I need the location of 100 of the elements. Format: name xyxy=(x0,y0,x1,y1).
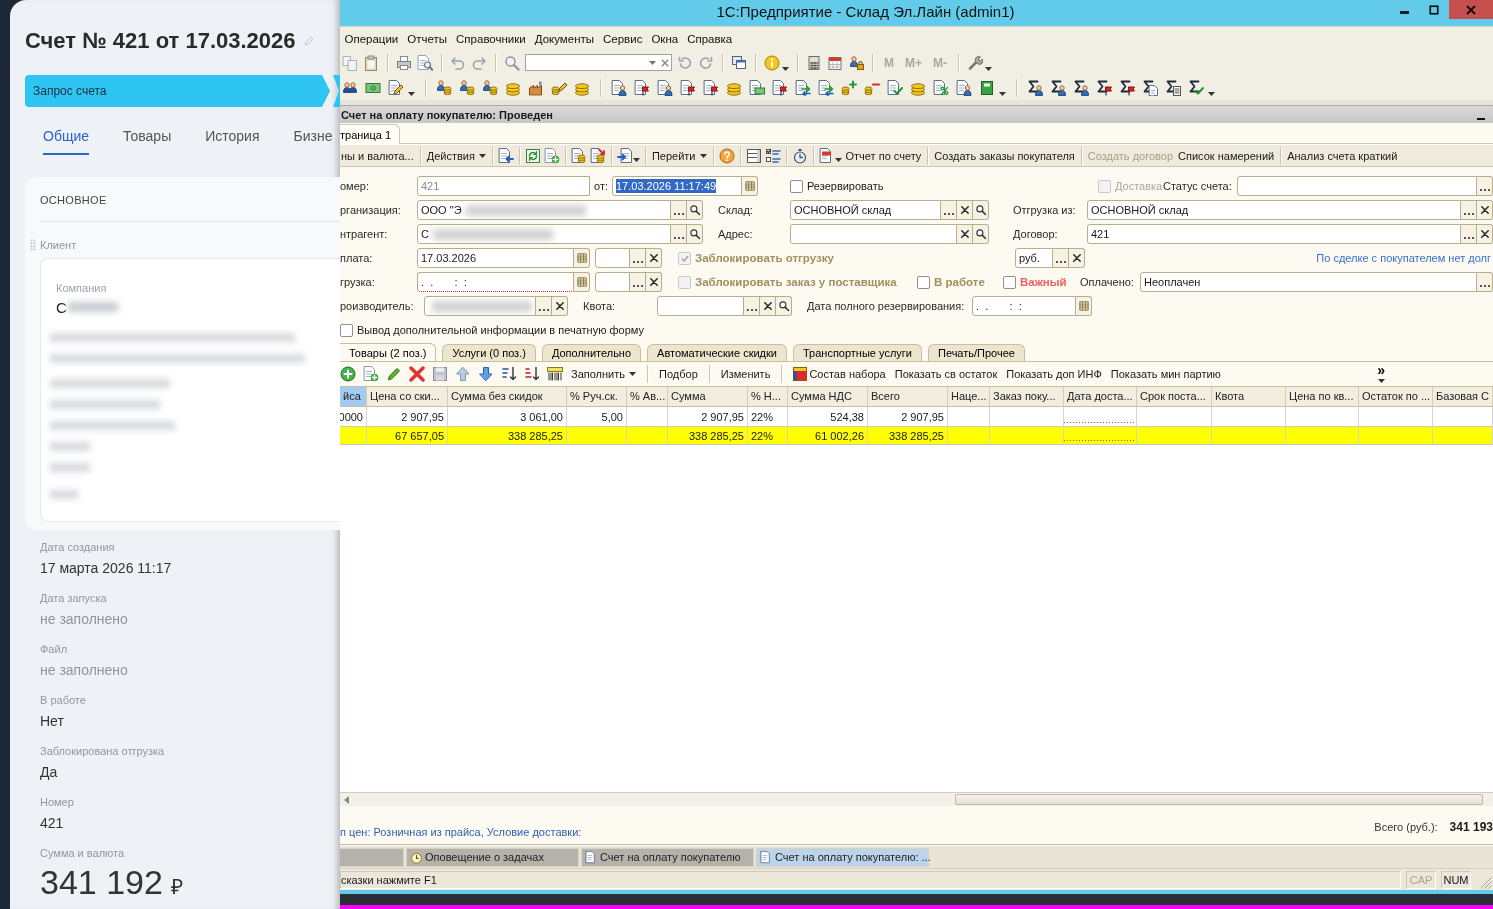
column-header[interactable]: % Ав... xyxy=(627,387,668,406)
select-button[interactable] xyxy=(671,224,687,244)
sigma-person-icon[interactable] xyxy=(1027,79,1043,96)
sigma-person-icon[interactable] xyxy=(1073,79,1089,96)
document-person-icon[interactable] xyxy=(956,79,972,96)
input-field[interactable]: ОСНОВНОЙ склад xyxy=(790,200,941,220)
input-field[interactable] xyxy=(595,272,630,292)
input-field[interactable] xyxy=(595,248,630,268)
clipboard-icon[interactable] xyxy=(363,54,379,71)
clear-button[interactable] xyxy=(1477,200,1493,220)
tab[interactable]: История xyxy=(205,125,260,155)
input-field[interactable]: ОСНОВНОЙ склад xyxy=(1087,200,1461,220)
tab[interactable]: Общие xyxy=(43,125,90,155)
clear-button[interactable] xyxy=(760,296,776,316)
search-button[interactable] xyxy=(687,200,703,220)
tab[interactable]: Бизне xyxy=(293,125,333,155)
clear-button[interactable] xyxy=(552,296,568,316)
select-button[interactable] xyxy=(744,296,760,316)
menu-item[interactable]: Окна xyxy=(646,32,683,45)
column-header[interactable]: Сумма НДС xyxy=(788,387,868,406)
goto-menu-button[interactable]: Перейти xyxy=(650,149,708,162)
clear-button[interactable] xyxy=(1477,224,1493,244)
tab[interactable]: Товары xyxy=(123,125,172,155)
clear-button[interactable] xyxy=(957,200,973,220)
checkbox[interactable] xyxy=(340,323,353,337)
input-field[interactable]: 421 xyxy=(1087,224,1461,244)
caret-icon[interactable] xyxy=(985,67,992,71)
column-header[interactable]: Остаток по ... xyxy=(1359,387,1433,406)
checkbox-label[interactable]: Резервировать xyxy=(807,180,884,192)
menu-item[interactable]: Сервис xyxy=(598,32,647,45)
menu-item[interactable]: Справка xyxy=(682,32,737,45)
more-commands-button[interactable]: » xyxy=(1377,365,1385,383)
search-button[interactable] xyxy=(776,296,792,316)
caret-icon[interactable] xyxy=(782,67,789,71)
menu-item[interactable]: Справочники xyxy=(451,32,531,45)
price-info-text[interactable]: п цен: Розничная из прайса, Условие доставки: xyxy=(340,826,582,838)
pencil-icon[interactable] xyxy=(386,366,402,382)
checklist-icon[interactable] xyxy=(764,147,781,164)
tab[interactable]: Транспортные услуги xyxy=(792,344,922,361)
calendar-button[interactable] xyxy=(574,272,590,292)
command-button[interactable]: Показать мин партию xyxy=(1109,368,1222,380)
search-field[interactable] xyxy=(525,54,672,71)
document-person-icon[interactable] xyxy=(657,79,673,96)
wrench-icon[interactable] xyxy=(967,54,983,71)
document-plus-icon[interactable] xyxy=(363,366,379,382)
stage-step[interactable]: Запрос счета xyxy=(25,75,330,107)
printer-icon[interactable] xyxy=(396,54,412,71)
factory-icon[interactable] xyxy=(528,79,544,96)
select-button[interactable] xyxy=(630,248,646,268)
checkbox[interactable] xyxy=(917,275,930,289)
clear-button[interactable] xyxy=(1069,248,1085,268)
column-header[interactable]: Базовая С xyxy=(1433,387,1493,406)
cross-icon[interactable] xyxy=(661,58,669,67)
barcode-icon[interactable] xyxy=(547,366,563,382)
calendar-icon[interactable] xyxy=(827,54,843,71)
arrow-up-icon[interactable] xyxy=(455,366,471,382)
horizontal-scrollbar[interactable] xyxy=(340,792,1493,806)
column-header[interactable]: % Руч.ск. xyxy=(567,387,627,406)
calendar-button[interactable] xyxy=(1076,296,1092,316)
caret-icon[interactable] xyxy=(1208,92,1215,96)
document-arrow-left-icon[interactable] xyxy=(497,147,514,164)
pen-document-icon[interactable] xyxy=(388,79,404,96)
input-field[interactable]: С xyxy=(417,224,671,244)
drag-handle-icon[interactable] xyxy=(30,239,36,251)
caret-icon[interactable] xyxy=(834,158,842,162)
list-view-icon[interactable] xyxy=(745,147,762,164)
help-icon[interactable] xyxy=(718,147,735,164)
sigma-check-icon[interactable] xyxy=(1188,79,1204,96)
column-header[interactable]: Цена со ски... xyxy=(367,387,448,406)
page-magnifier-icon[interactable] xyxy=(417,54,433,71)
clear-button[interactable] xyxy=(646,248,662,268)
search-button[interactable] xyxy=(687,224,703,244)
caret-icon[interactable] xyxy=(999,92,1006,96)
book-icon[interactable] xyxy=(979,79,995,96)
tab[interactable]: Автоматические скидки xyxy=(647,344,787,361)
select-button[interactable] xyxy=(536,296,552,316)
window-tab[interactable]: Счет на оплату покупателю: ... xyxy=(756,847,929,867)
calculator-icon[interactable] xyxy=(806,54,822,71)
date-field[interactable]: 17.03.2026 xyxy=(417,248,574,268)
column-header[interactable]: Срок поста... xyxy=(1137,387,1212,406)
command-button[interactable]: Отчет по счету xyxy=(844,149,923,162)
menu-item[interactable]: Операции xyxy=(340,32,403,45)
input-field[interactable]: Неоплачен xyxy=(1140,272,1477,292)
command-button[interactable]: Анализ счета краткий xyxy=(1286,149,1399,162)
select-button[interactable] xyxy=(1477,272,1493,292)
person-coins-icon[interactable] xyxy=(482,79,498,96)
stopwatch-icon[interactable] xyxy=(791,147,808,164)
checkbox[interactable] xyxy=(1003,275,1016,289)
date-field[interactable]: . . : : xyxy=(417,272,574,292)
document-flag-icon[interactable] xyxy=(680,79,696,96)
select-button[interactable] xyxy=(1053,248,1069,268)
input-field[interactable] xyxy=(790,224,957,244)
refresh-document-icon[interactable] xyxy=(524,147,541,164)
person-coins-icon[interactable] xyxy=(459,79,475,96)
dropdown-icon[interactable] xyxy=(649,60,656,65)
search-icon[interactable] xyxy=(504,54,520,71)
input-field[interactable]: руб. xyxy=(1015,248,1053,268)
date-field[interactable]: 17.03.2026 11:17:49 xyxy=(612,176,742,196)
checkbox[interactable] xyxy=(790,179,803,193)
arrow-document-icon[interactable] xyxy=(616,147,633,164)
